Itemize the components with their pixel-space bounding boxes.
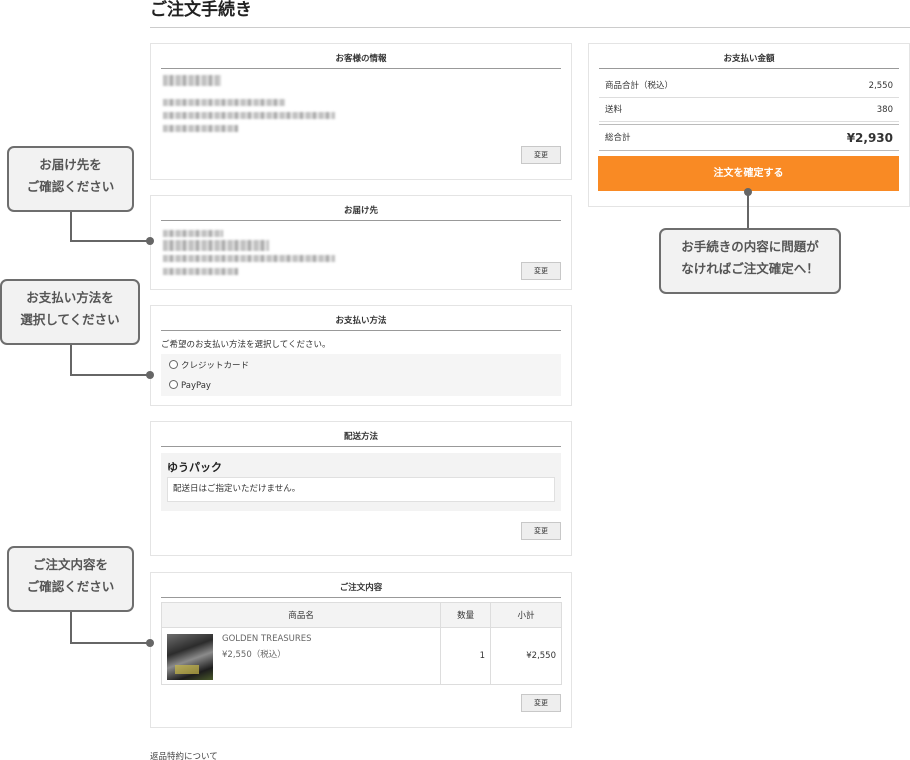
callout-delivery: お届け先を ご確認ください — [7, 146, 134, 212]
callout-line: お手続きの内容に問題が — [681, 239, 819, 254]
connector-dot — [146, 371, 154, 379]
summary-label: 総合計 — [605, 133, 631, 143]
col-quantity: 数量 — [440, 602, 492, 628]
summary-row-product-total: 商品合計（税込） 2,550 — [599, 74, 899, 98]
callout-payment: お支払い方法を 選択してください — [0, 279, 140, 345]
page-title: ご注文手続き — [150, 0, 910, 28]
payment-instruction: ご希望のお支払い方法を選択してください。 — [161, 340, 331, 350]
delivery-card: お届け先 変更 — [150, 195, 572, 290]
product-name: GOLDEN TREASURES — [222, 634, 312, 644]
payment-option-credit-card[interactable]: クレジットカード — [169, 359, 249, 373]
product-thumbnail — [167, 634, 213, 680]
customer-change-button[interactable]: 変更 — [521, 146, 561, 164]
confirm-order-button[interactable]: 注文を確定する — [598, 156, 899, 191]
callout-confirm: お手続きの内容に問題が なければご注文確定へ！ — [659, 228, 841, 294]
shipping-card: 配送方法 ゆうパック 配送日はご指定いただけません。 変更 — [150, 421, 572, 556]
delivery-phone-redacted — [163, 268, 238, 275]
shipping-method-box: ゆうパック 配送日はご指定いただけません。 — [161, 453, 561, 511]
connector-dot — [146, 237, 154, 245]
customer-address-redacted — [163, 112, 335, 119]
shipping-method-name: ゆうパック — [167, 461, 222, 474]
summary-heading: お支払い金額 — [599, 52, 899, 69]
customer-phone-redacted — [163, 125, 238, 132]
radio-icon[interactable] — [169, 360, 178, 369]
connector-dot — [146, 639, 154, 647]
payment-heading: お支払い方法 — [161, 314, 561, 331]
callout-line: お支払い方法を — [26, 290, 114, 305]
customer-email-redacted — [163, 99, 285, 106]
summary-row-grand-total: 総合計 ¥2,930 — [599, 124, 899, 151]
callout-line: ご確認ください — [26, 179, 115, 194]
summary-label: 送料 — [605, 105, 623, 115]
shipping-change-button[interactable]: 変更 — [521, 522, 561, 540]
payment-options: クレジットカード PayPay — [161, 354, 561, 396]
delivery-name-redacted — [163, 240, 269, 251]
summary-row-shipping: 送料 380 — [599, 98, 899, 122]
connector-line — [70, 212, 72, 242]
callout-line: 選択してください — [20, 312, 120, 327]
connector-line — [70, 240, 150, 242]
payment-option-label: PayPay — [181, 381, 211, 391]
order-table: 商品名 数量 小計 GOLDEN TREASURES ¥2,550（税込） 1 … — [160, 602, 562, 685]
payment-option-label: クレジットカード — [181, 361, 250, 371]
connector-line — [70, 345, 72, 375]
connector-line — [70, 374, 150, 376]
product-price: ¥2,550（税込） — [222, 650, 286, 660]
customer-name-redacted — [163, 75, 221, 86]
summary-label: 商品合計（税込） — [605, 81, 674, 91]
payment-card: お支払い方法 ご希望のお支払い方法を選択してください。 クレジットカード Pay… — [150, 305, 572, 406]
col-product-name: 商品名 — [160, 602, 442, 628]
callout-line: ご注文内容を — [32, 557, 108, 572]
radio-icon[interactable] — [169, 380, 178, 389]
delivery-heading: お届け先 — [161, 204, 561, 221]
connector-line — [70, 612, 72, 643]
payment-option-paypay[interactable]: PayPay — [169, 379, 211, 393]
product-subtotal: ¥2,550 — [490, 627, 562, 685]
summary-value: 380 — [876, 105, 893, 115]
callout-line: お届け先を — [39, 157, 102, 172]
delivery-postcode-redacted — [163, 230, 223, 237]
returns-policy-link[interactable]: 返品特約について — [150, 750, 218, 760]
delivery-address-redacted — [163, 255, 335, 262]
shipping-date-note: 配送日はご指定いただけません。 — [167, 477, 555, 502]
order-card: ご注文内容 商品名 数量 小計 GOLDEN TREASURES ¥2,550（… — [150, 572, 572, 728]
table-row: GOLDEN TREASURES ¥2,550（税込） 1 ¥2,550 — [160, 627, 562, 685]
delivery-change-button[interactable]: 変更 — [521, 262, 561, 280]
order-table-header: 商品名 数量 小計 — [160, 602, 562, 628]
product-quantity: 1 — [440, 627, 492, 685]
callout-order: ご注文内容を ご確認ください — [7, 546, 134, 612]
customer-info-heading: お客様の情報 — [161, 52, 561, 69]
callout-line: なければご注文確定へ！ — [681, 261, 819, 276]
callout-line: ご確認ください — [26, 579, 115, 594]
order-heading: ご注文内容 — [161, 581, 561, 598]
order-change-button[interactable]: 変更 — [521, 694, 561, 712]
connector-line — [70, 642, 150, 644]
col-subtotal: 小計 — [490, 602, 562, 628]
customer-info-card: お客様の情報 変更 — [150, 43, 572, 180]
connector-line — [747, 192, 749, 229]
summary-value: 2,550 — [868, 81, 893, 91]
grand-total-value: ¥2,930 — [846, 131, 893, 145]
shipping-heading: 配送方法 — [161, 430, 561, 447]
product-cell: GOLDEN TREASURES ¥2,550（税込） — [160, 627, 442, 685]
